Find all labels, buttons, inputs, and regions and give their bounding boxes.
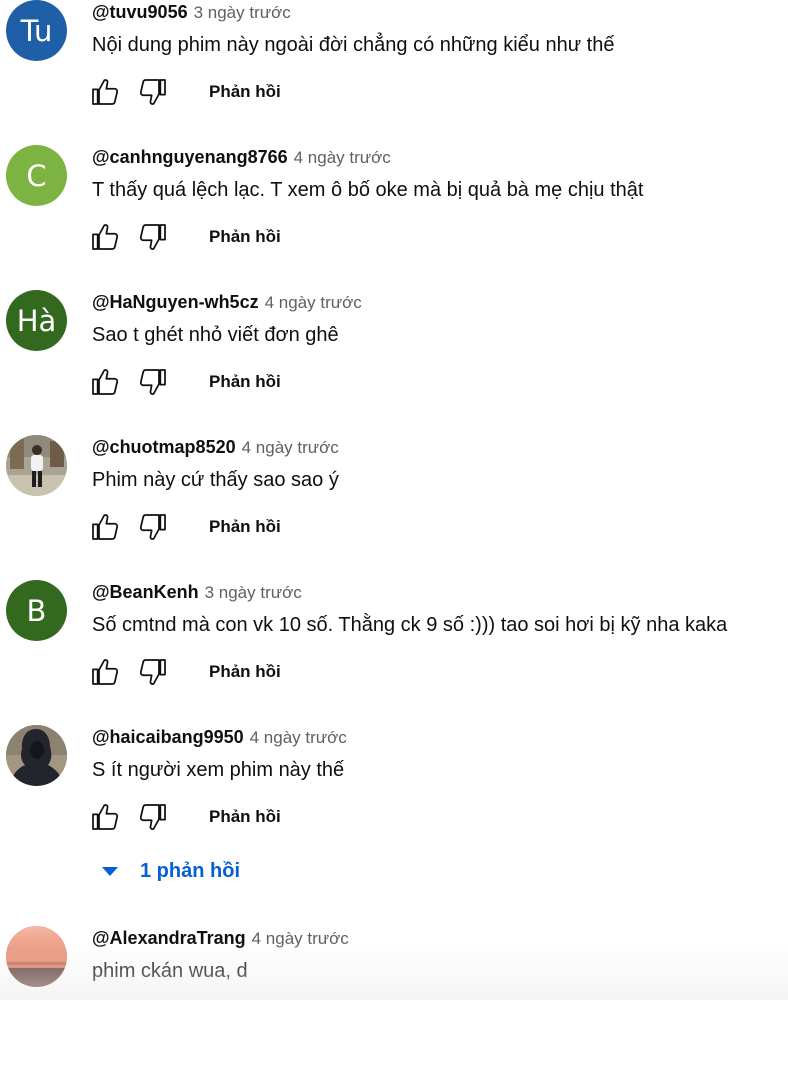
comment-actions: Phản hồi <box>89 801 389 837</box>
dislike-button[interactable] <box>137 221 169 253</box>
comment-header: @AlexandraTrang 4 ngày trước <box>92 927 349 949</box>
dislike-button[interactable] <box>137 801 169 833</box>
comment-text: phim ckán wua, d <box>92 960 248 982</box>
comment-author[interactable]: @HaNguyen-wh5cz <box>92 292 259 312</box>
comment-header: @haicaibang9950 4 ngày trước <box>92 726 347 748</box>
comment-text: Sao t ghét nhỏ viết đơn ghê <box>92 324 339 346</box>
view-replies-button[interactable]: 1 phản hồi <box>100 856 240 886</box>
comment-text: S ít người xem phim này thế <box>92 759 345 781</box>
avatar[interactable] <box>6 725 67 786</box>
profile-photo-icon <box>6 926 67 987</box>
comment-text: Nội dung phim này ngoài đời chẳng có nhữ… <box>92 34 615 56</box>
comment-actions: Phản hồi <box>89 76 389 112</box>
like-button[interactable] <box>89 76 121 108</box>
comment-time[interactable]: 4 ngày trước <box>252 929 349 948</box>
thumbs-down-icon <box>139 514 166 540</box>
comment-item: @chuotmap8520 4 ngày trước Phim này cứ th… <box>0 435 788 575</box>
comment-header: @tuvu9056 3 ngày trước <box>92 1 291 23</box>
reply-button[interactable]: Phản hồi <box>209 515 281 539</box>
like-button[interactable] <box>89 366 121 398</box>
like-button[interactable] <box>89 511 121 543</box>
comment-text: T thấy quá lệch lạc. T xem ô bố oke mà b… <box>92 179 644 201</box>
comment-text: Phim này cứ thấy sao sao ý <box>92 469 339 491</box>
comment-header: @chuotmap8520 4 ngày trước <box>92 436 339 458</box>
comment-time[interactable]: 4 ngày trước <box>294 148 391 167</box>
dislike-button[interactable] <box>137 511 169 543</box>
reply-button[interactable]: Phản hồi <box>209 660 281 684</box>
reply-button[interactable]: Phản hồi <box>209 80 281 104</box>
comment-item: Tu @tuvu9056 3 ngày trước Nội dung phim n… <box>0 0 788 140</box>
comment-time[interactable]: 3 ngày trước <box>194 3 291 22</box>
comment-actions: Phản hồi <box>89 366 389 402</box>
avatar[interactable]: Hà <box>6 290 67 351</box>
avatar[interactable]: C <box>6 145 67 206</box>
reply-button[interactable]: Phản hồi <box>209 225 281 249</box>
thumbs-down-icon <box>139 224 166 250</box>
thumbs-down-icon <box>139 369 166 395</box>
comment-item: C @canhnguyenang8766 4 ngày trước T thấy … <box>0 145 788 285</box>
like-button[interactable] <box>89 656 121 688</box>
dislike-button[interactable] <box>137 76 169 108</box>
comment-author[interactable]: @AlexandraTrang <box>92 928 246 948</box>
comment-author[interactable]: @BeanKenh <box>92 582 199 602</box>
avatar[interactable] <box>6 926 67 987</box>
comment-item: Hà @HaNguyen-wh5cz 4 ngày trước Sao t ghé… <box>0 290 788 430</box>
profile-photo-icon <box>6 435 67 496</box>
comment-author[interactable]: @canhnguyenang8766 <box>92 147 288 167</box>
comment-item: B @BeanKenh 3 ngày trước Số cmtnd mà con … <box>0 580 788 720</box>
comment-header: @BeanKenh 3 ngày trước <box>92 581 302 603</box>
comment-header: @HaNguyen-wh5cz 4 ngày trước <box>92 291 362 313</box>
thumbs-down-icon <box>139 804 166 830</box>
comment-actions: Phản hồi <box>89 511 389 547</box>
thumbs-up-icon <box>92 804 119 830</box>
comment-author[interactable]: @haicaibang9950 <box>92 727 244 747</box>
comment-time[interactable]: 4 ngày trước <box>265 293 362 312</box>
comment-actions: Phản hồi <box>89 656 389 692</box>
avatar-initials: Tu <box>20 13 53 48</box>
comment-time[interactable]: 4 ngày trước <box>242 438 339 457</box>
avatar-initials: C <box>26 158 47 193</box>
thumbs-up-icon <box>92 659 119 685</box>
comment-time[interactable]: 4 ngày trước <box>250 728 347 747</box>
comment-item: @haicaibang9950 4 ngày trước S ít người x… <box>0 725 788 865</box>
thumbs-up-icon <box>92 514 119 540</box>
reply-button[interactable]: Phản hồi <box>209 805 281 829</box>
comment-author[interactable]: @tuvu9056 <box>92 2 188 22</box>
avatar[interactable]: Tu <box>6 0 67 61</box>
dislike-button[interactable] <box>137 366 169 398</box>
like-button[interactable] <box>89 221 121 253</box>
comment-header: @canhnguyenang8766 4 ngày trước <box>92 146 391 168</box>
replies-count-label: 1 phản hồi <box>140 859 240 882</box>
comment-actions: Phản hồi <box>89 221 389 257</box>
thumbs-down-icon <box>139 79 166 105</box>
caret-down-icon <box>102 866 118 876</box>
reply-button[interactable]: Phản hồi <box>209 370 281 394</box>
comment-time[interactable]: 3 ngày trước <box>205 583 302 602</box>
avatar-initials: Hà <box>16 303 57 338</box>
thumbs-up-icon <box>92 79 119 105</box>
avatar-initials: B <box>26 593 47 628</box>
thumbs-up-icon <box>92 369 119 395</box>
comment-author[interactable]: @chuotmap8520 <box>92 437 236 457</box>
dislike-button[interactable] <box>137 656 169 688</box>
profile-photo-icon <box>6 725 67 786</box>
like-button[interactable] <box>89 801 121 833</box>
thumbs-up-icon <box>92 224 119 250</box>
comment-text: Số cmtnd mà con vk 10 số. Thằng ck 9 số … <box>92 614 728 636</box>
avatar[interactable]: B <box>6 580 67 641</box>
comment-item: @AlexandraTrang 4 ngày trước phim ckán wu… <box>0 926 788 1066</box>
avatar[interactable] <box>6 435 67 496</box>
thumbs-down-icon <box>139 659 166 685</box>
